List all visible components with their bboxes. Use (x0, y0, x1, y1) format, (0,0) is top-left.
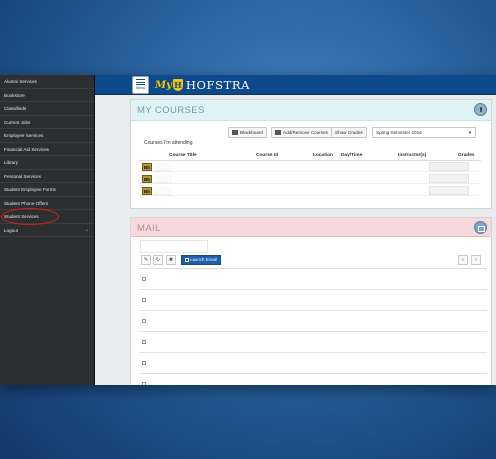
logout-button[interactable]: Logout → (0, 224, 94, 237)
chevron-down-icon: ▼ (467, 130, 472, 135)
mail-row-checkbox[interactable] (142, 382, 146, 385)
sidebar-item-employee-services[interactable]: Employee Services (0, 129, 94, 143)
course-row[interactable]: Bb (139, 174, 481, 184)
launch-icon (185, 257, 189, 262)
trash-icon[interactable]: ✖ (166, 255, 176, 265)
hamburger-icon (136, 79, 145, 85)
mail-row-checkbox[interactable] (142, 361, 146, 365)
add-remove-courses-button[interactable]: Add/Remove Courses (271, 127, 332, 138)
envelope-icon[interactable] (474, 221, 487, 234)
sidebar-item-classifieds[interactable]: Classifieds (0, 102, 94, 116)
edit-icon[interactable]: ✎ (141, 255, 151, 265)
course-row[interactable]: Bb (139, 186, 481, 196)
col-day-time: Day/Time (341, 153, 363, 158)
launch-email-button[interactable]: Launch Email (181, 255, 221, 265)
sidebar: Alumni Services Bookstore Classifieds Cu… (0, 75, 95, 385)
sidebar-item-bookstore[interactable]: Bookstore (0, 89, 94, 102)
col-course-title: Course Title (169, 153, 197, 158)
mail-title: MAIL (137, 223, 161, 234)
add-course-icon (275, 130, 281, 135)
add-remove-label: Add/Remove Courses (283, 130, 328, 135)
col-instructors: Instructor(s) (398, 153, 427, 158)
mail-toolbar: ✎ ↻ ✖ Launch Email ‹ › (139, 255, 487, 266)
logout-label: Logout (4, 227, 19, 233)
mail-row-checkbox[interactable] (142, 277, 146, 281)
main-content: Menu My H HOFSTRA MY COURSES Blackboard … (95, 75, 496, 385)
sidebar-item-current-jobs[interactable]: Current Jobs (0, 116, 94, 129)
mail-row-checkbox[interactable] (142, 298, 146, 302)
sidebar-item-financial-aid-services[interactable]: Financial Aid Services (0, 143, 94, 156)
myhofstra-logo[interactable]: My H HOFSTRA (155, 77, 250, 93)
logo-name: HOFSTRA (185, 78, 251, 92)
logo-my: My (155, 79, 172, 91)
semester-value: Spring Semester 2016 (376, 130, 422, 135)
col-location: Location (313, 153, 333, 158)
menu-button[interactable]: Menu (132, 76, 149, 94)
blackboard-badge-icon: Bb (142, 187, 152, 195)
prev-page-icon[interactable]: ‹ (458, 255, 468, 265)
top-bar: Menu My H HOFSTRA (95, 75, 496, 95)
mail-row[interactable] (139, 311, 487, 332)
course-title-cell (154, 175, 172, 183)
my-courses-panel: MY COURSES Blackboard Add/Remove Courses… (130, 99, 492, 209)
blackboard-badge-icon: Bb (142, 175, 152, 183)
grade-cell (429, 174, 469, 183)
blackboard-icon (232, 130, 238, 135)
col-course-id: Course Id (256, 153, 279, 158)
mail-row-checkbox[interactable] (142, 340, 146, 344)
courses-info-icon[interactable] (474, 103, 487, 116)
my-courses-title: MY COURSES (137, 105, 205, 116)
courses-table-header: Course Title Course Id Location Day/Time… (139, 151, 481, 161)
sidebar-item-personal-services[interactable]: Personal Services (0, 170, 94, 183)
blackboard-label: Blackboard (240, 130, 263, 135)
grade-cell (429, 162, 469, 171)
sidebar-item-library[interactable]: Library (0, 156, 94, 170)
sidebar-item-student-employee-forms[interactable]: Student Employee Forms (0, 183, 94, 197)
col-grades: Grades (458, 153, 475, 158)
blackboard-button[interactable]: Blackboard (228, 127, 267, 138)
next-page-icon[interactable]: › (471, 255, 481, 265)
semester-select[interactable]: Spring Semester 2016 ▼ (372, 127, 476, 138)
blackboard-badge-icon: Bb (142, 163, 152, 171)
launch-email-label: Launch Email (190, 257, 217, 262)
my-courses-header: MY COURSES (131, 100, 491, 121)
course-title-cell (154, 163, 172, 171)
course-row[interactable]: Bb (139, 162, 481, 172)
mail-row-checkbox[interactable] (142, 319, 146, 323)
mail-search-input[interactable] (140, 240, 208, 253)
refresh-icon[interactable]: ↻ (153, 255, 163, 265)
sidebar-item-alumni-services[interactable]: Alumni Services (0, 75, 94, 89)
mail-list (139, 268, 487, 385)
logout-icon: → (84, 226, 89, 233)
mail-row[interactable] (139, 290, 487, 311)
course-title-cell (154, 187, 172, 195)
highlight-circle (1, 208, 59, 225)
mail-row[interactable] (139, 269, 487, 290)
menu-label: Menu (136, 86, 145, 90)
hofstra-shield-icon: H (172, 79, 183, 91)
mail-header: MAIL (131, 218, 491, 237)
grade-cell (429, 186, 469, 195)
mail-row[interactable] (139, 374, 487, 385)
courses-attending-label: Courses I'm attending (144, 140, 193, 146)
mail-row[interactable] (139, 332, 487, 353)
mail-panel: MAIL ✎ ↻ ✖ Launch Email ‹ › (130, 217, 492, 385)
browser-frame: Alumni Services Bookstore Classifieds Cu… (0, 75, 496, 385)
show-grades-button[interactable]: Show Grades (331, 127, 367, 138)
mail-row[interactable] (139, 353, 487, 374)
sidebar-item-student-phone-offers[interactable]: Student Phone Offers (0, 197, 94, 210)
